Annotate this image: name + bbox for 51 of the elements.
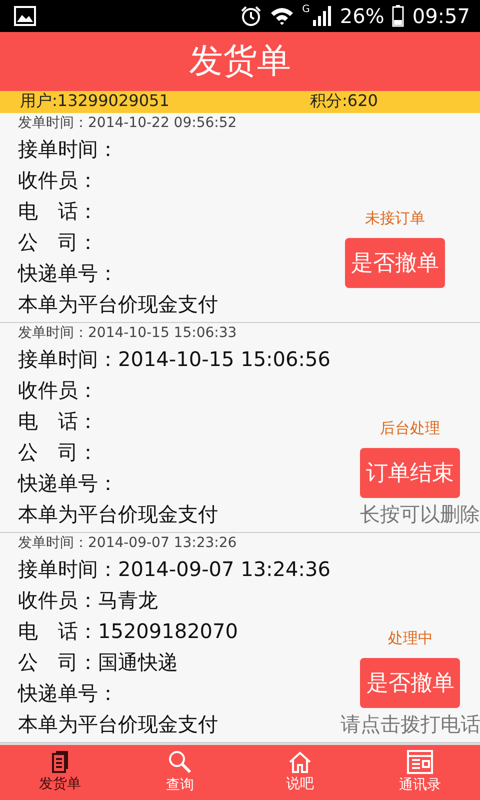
order-field: 快递单号： [18,678,330,709]
battery-percent: 26% [340,4,384,28]
user-id: 用户:13299029051 [20,91,170,112]
order-field: 接单时间： [18,134,300,165]
network-type: G [302,4,310,15]
sent-time: 发单时间：2014-09-07 13:23:26 [18,534,238,553]
action-button[interactable]: 是否撤单 [360,658,460,708]
order-field: 接单时间：2014-09-07 13:24:36 [18,554,330,585]
home-icon [288,751,312,774]
order-field: 本单为平台价现金支付 [18,498,330,530]
action-button[interactable]: 是否撤单 [345,238,445,288]
order-status: 处理中 [388,628,433,648]
order-field: 本单为平台价现金支付 [18,288,300,320]
order-card[interactable]: 发单时间：2014-10-15 15:06:33 接单时间：2014-10-15 15:06:56 收件员： 电 话： 公 司： 快递单号： 本单为平台价现金支付 后台处理 订单结束 长按可以删除 [0,322,480,533]
page-title: 发货单 [189,40,291,84]
order-field: 收件员：马青龙 [18,584,330,616]
order-status: 未接订单 [365,208,425,228]
order-status: 后台处理 [380,418,440,438]
document-icon [51,751,69,774]
order-field: 快递单号： [18,258,300,289]
clock: 09:57 [412,4,470,28]
order-card[interactable]: 发单时间：2014-09-07 13:23:26 接单时间：2014-09-07 13:24:36 收件员：马青龙 电 话：15209182070 公 司：国通快递 快递单号： 本单为平台价现金支付 处理中 是否撤单 请点击拨打电话 [0,532,480,743]
search-icon [168,750,192,774]
order-field: 快递单号： [18,468,330,499]
nav-tab[interactable]: 说吧 [240,744,360,800]
alarm-icon [240,4,262,27]
order-field: 电 话： [18,406,330,437]
order-field: 收件员： [18,374,330,406]
action-button[interactable]: 订单结束 [360,448,460,498]
order-field: 公 司：国通快递 [18,646,330,678]
nav-tab[interactable]: 发货单 [0,744,120,800]
sent-time: 发单时间：2014-10-22 09:56:52 [18,114,238,133]
order-field: 电 话： [18,196,300,227]
order-field: 收件员： [18,164,300,196]
order-field: 公 司： [18,436,330,468]
order-field: 接单时间：2014-10-15 15:06:56 [18,344,330,375]
nav-tab[interactable]: 通讯录 [360,744,480,800]
order-field: 公 司： [18,226,300,258]
hint-text: 请点击拨打电话 [340,711,480,738]
signal-icon [312,6,332,26]
wifi-icon [270,6,294,26]
sent-time: 发单时间：2014-10-15 15:06:33 [18,324,238,343]
order-field: 电 话：15209182070 [18,616,330,647]
points: 积分:620 [310,91,378,112]
address-book-icon [407,750,433,774]
image-icon [14,6,36,26]
hint-text: 长按可以删除 [360,501,480,528]
order-card[interactable]: 发单时间：2014-10-22 09:56:52 接单时间： 收件员： 电 话： 公 司： 快递单号： 本单为平台价现金支付 未接订单 是否撤单 [0,112,480,323]
order-field: 本单为平台价现金支付 [18,708,330,740]
nav-tab[interactable]: 查询 [120,744,240,800]
battery-icon [392,4,404,27]
